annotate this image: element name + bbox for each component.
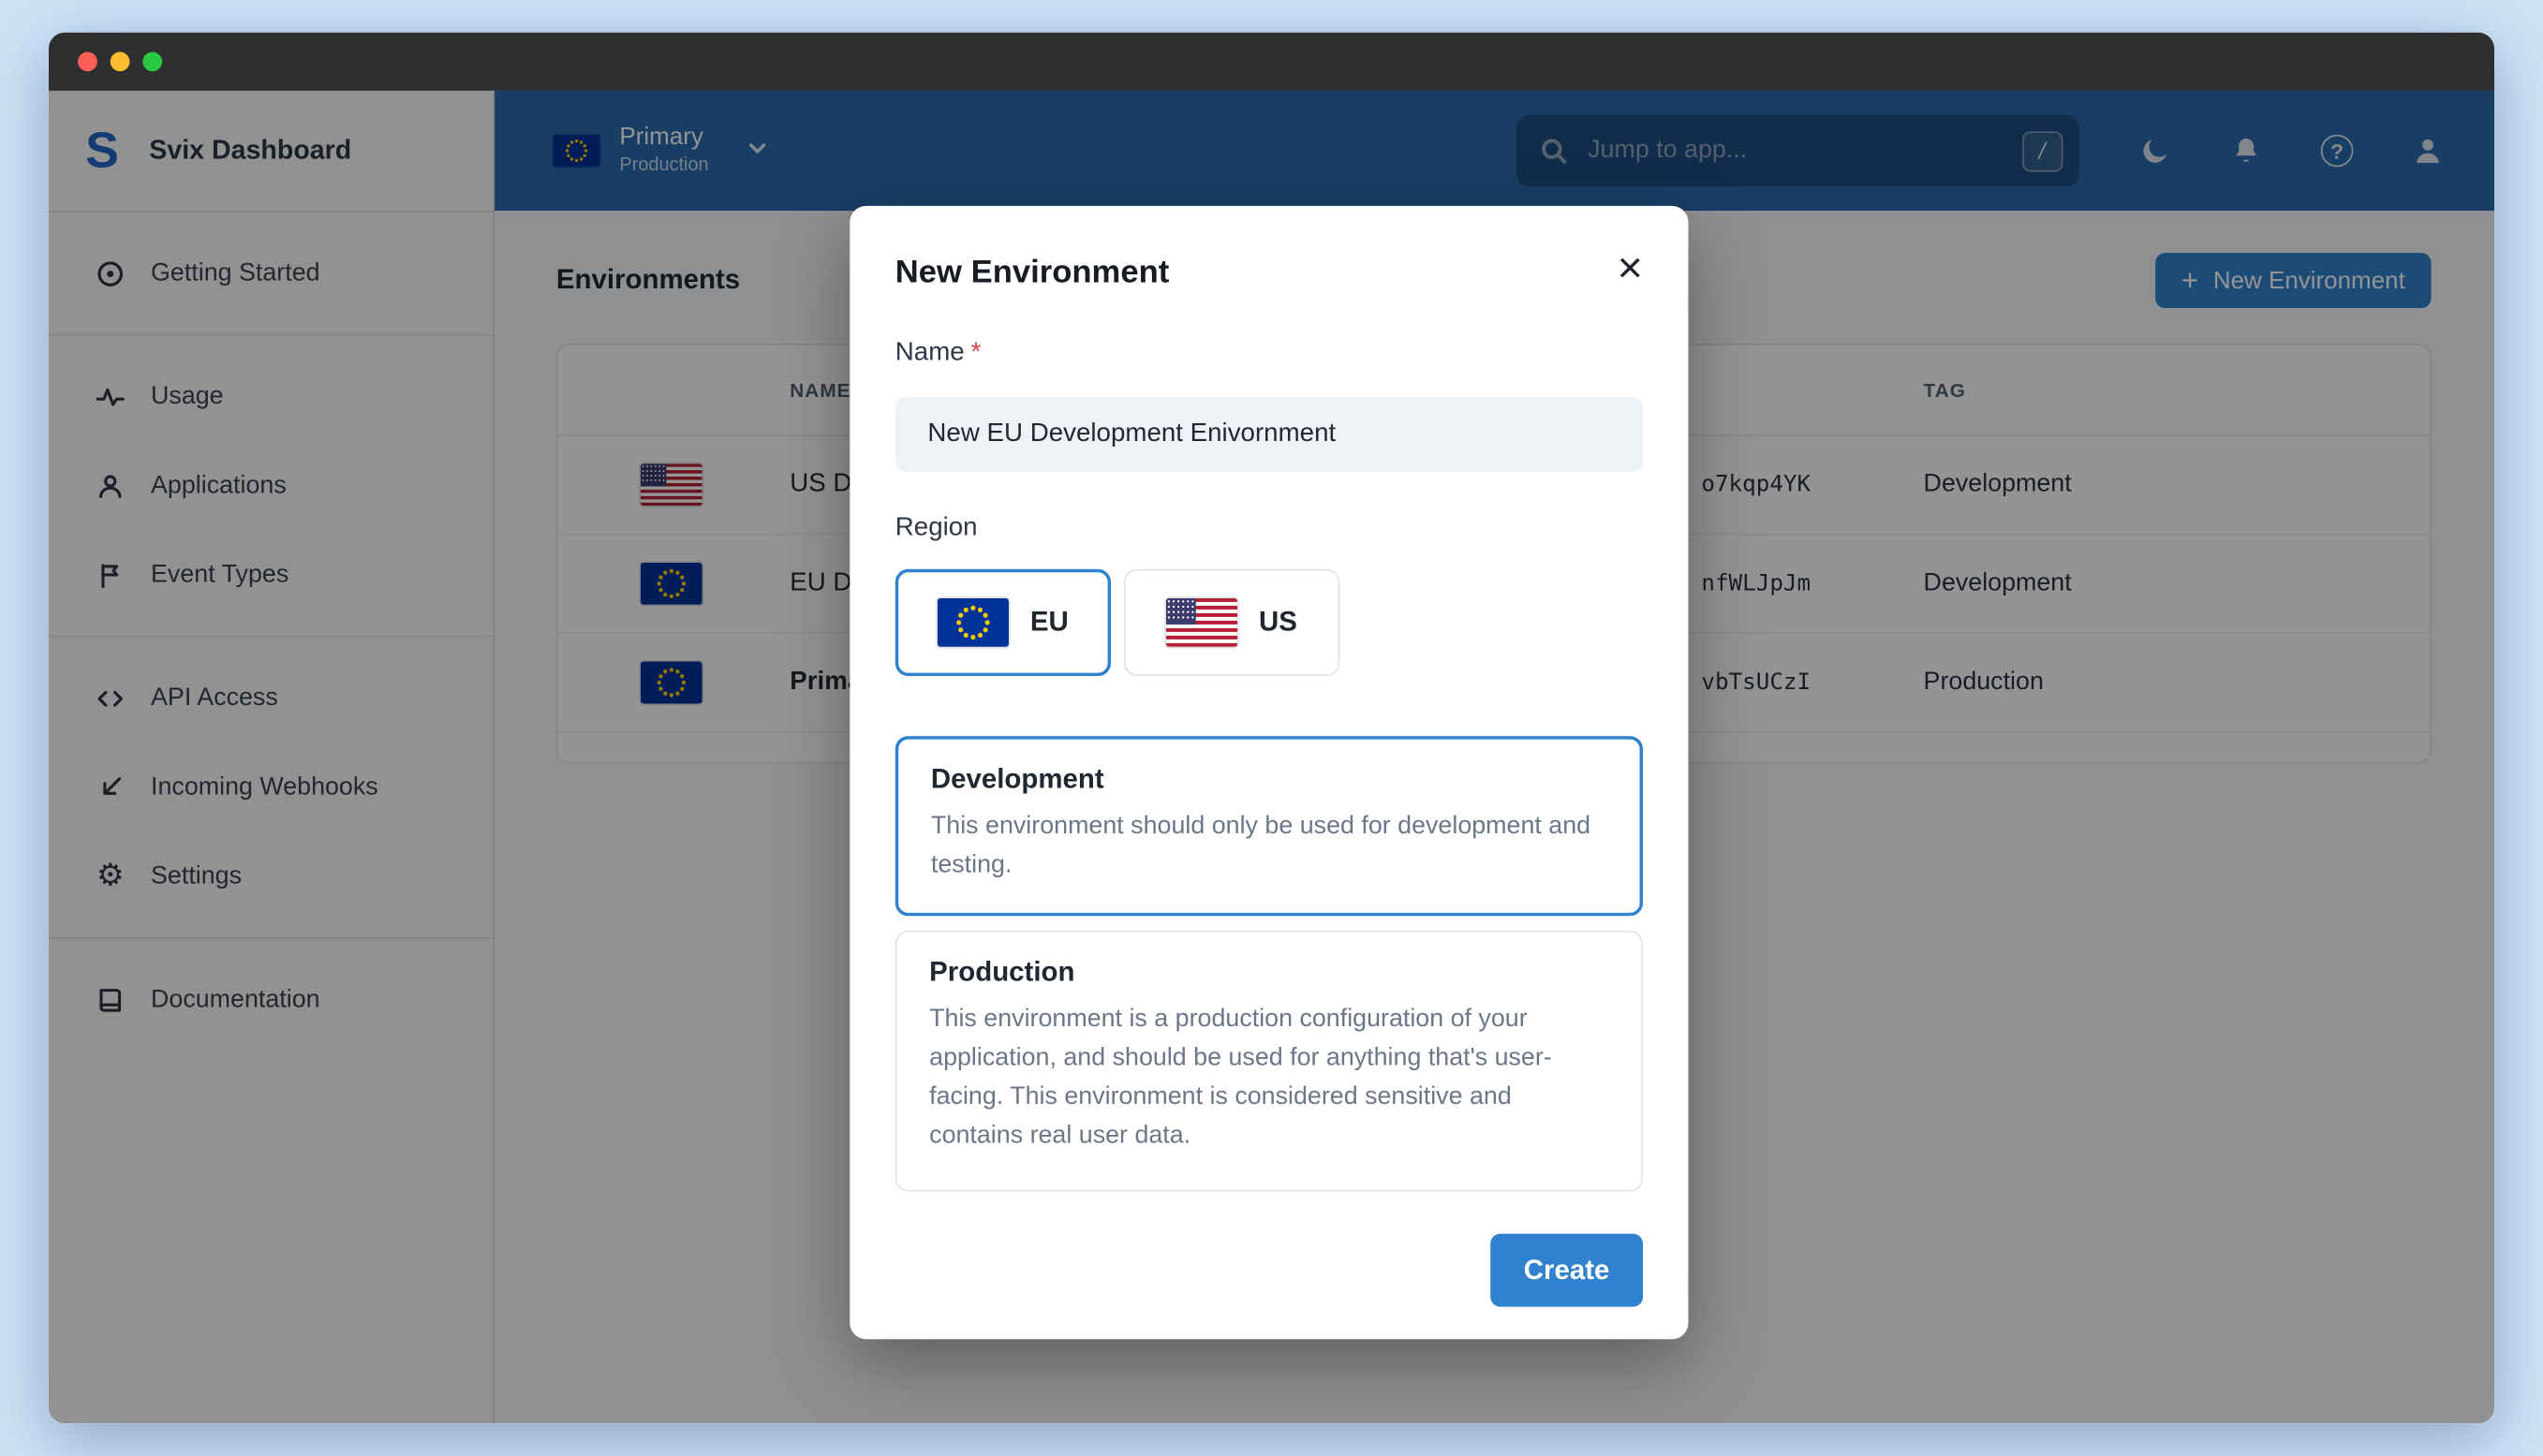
create-button[interactable]: Create — [1490, 1233, 1644, 1307]
minimize-window-button[interactable] — [110, 51, 130, 72]
environment-name-input[interactable] — [894, 397, 1644, 472]
new-environment-modal: New Environment × Name* Region EU US — [850, 205, 1689, 1340]
environment-type-production[interactable]: Production This environment is a product… — [894, 930, 1644, 1192]
environment-type-development[interactable]: Development This environment should only… — [894, 736, 1644, 917]
app-window: S Svix Dashboard Getting Started Usage A… — [48, 32, 2495, 1424]
region-label-us: US — [1258, 606, 1297, 638]
close-icon[interactable]: × — [1618, 245, 1643, 289]
name-field-label: Name * — [894, 338, 982, 367]
envtype-description: This environment is a production configu… — [929, 1005, 1552, 1150]
eu-flag-icon — [938, 597, 1010, 647]
close-window-button[interactable] — [78, 51, 97, 72]
envtype-title: Production — [929, 956, 1075, 988]
region-option-eu[interactable]: EU — [894, 568, 1112, 677]
us-flag-icon — [1166, 597, 1238, 647]
required-asterisk: * — [970, 338, 982, 367]
region-selector: EU US — [894, 568, 1643, 677]
region-field-label: Region — [894, 513, 978, 542]
envtype-title: Development — [930, 763, 1104, 795]
zoom-window-button[interactable] — [142, 51, 163, 72]
desktop: S Svix Dashboard Getting Started Usage A… — [0, 0, 2543, 1456]
modal-title: New Environment — [894, 254, 1170, 290]
region-label-eu: EU — [1029, 606, 1069, 638]
region-option-us[interactable]: US — [1123, 568, 1340, 677]
envtype-description: This environment should only be used for… — [930, 812, 1591, 879]
window-titlebar — [48, 32, 2495, 91]
